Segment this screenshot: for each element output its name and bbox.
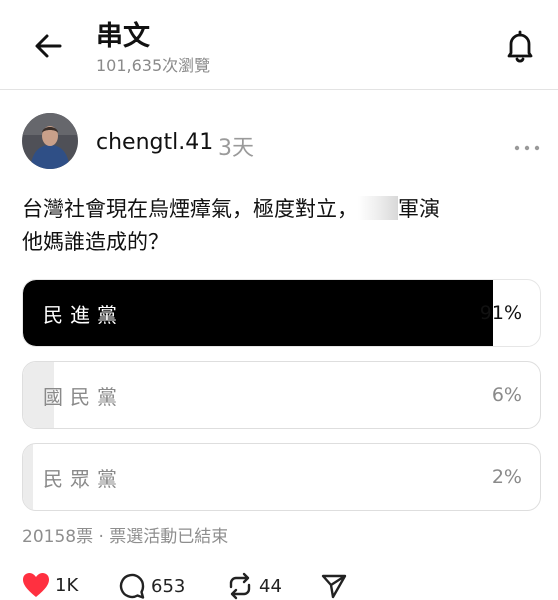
- view-count: 101,635次瀏覽: [96, 56, 211, 75]
- post-text-line2: 他媽誰造成的？: [22, 230, 169, 254]
- notifications-button[interactable]: [500, 26, 540, 66]
- like-button[interactable]: 1K: [22, 572, 78, 598]
- heart-icon: [23, 573, 49, 597]
- bell-icon: [507, 30, 533, 63]
- arrow-left-icon: [35, 34, 62, 58]
- page-title: 串文: [96, 21, 150, 52]
- poll-option-label: 國民黨: [43, 384, 124, 409]
- action-bar: 1K 653 44: [0, 570, 558, 600]
- post-timestamp: 3天: [218, 136, 254, 161]
- poll-option-percent: 91%: [479, 302, 522, 324]
- poll-summary: 20158票 · 票選活動已結束: [22, 527, 229, 547]
- post-body: 台灣社會現在烏煙瘴氣，極度對立， 軍演 他媽誰造成的？: [22, 193, 522, 259]
- comment-bubble-icon: [119, 573, 145, 599]
- back-button[interactable]: [30, 28, 66, 64]
- repost-count: 44: [259, 575, 282, 597]
- repost-button[interactable]: 44: [226, 572, 282, 600]
- more-options-button[interactable]: [514, 138, 540, 151]
- repost-icon: [229, 572, 251, 600]
- poll-option-1[interactable]: 民進黨 91%: [22, 279, 541, 347]
- post-text-line1: 台灣社會現在烏煙瘴氣，極度對立，: [22, 197, 358, 221]
- user-photo: [22, 113, 78, 169]
- poll-option-2[interactable]: 國民黨 6%: [22, 361, 541, 429]
- poll-bar-3: [23, 444, 34, 510]
- comment-count: 653: [151, 575, 186, 597]
- poll-option-label: 民眾黨: [43, 466, 124, 491]
- share-button[interactable]: [320, 572, 348, 600]
- poll-option-percent: 6%: [491, 384, 522, 406]
- poll-option-3[interactable]: 民眾黨 2%: [22, 443, 541, 511]
- post-username[interactable]: chengtl.41: [96, 130, 213, 155]
- redacted-text: [358, 196, 398, 220]
- comment-button[interactable]: 653: [118, 572, 185, 600]
- thread-header: 串文 101,635次瀏覽: [0, 0, 558, 90]
- post-text-line1-end: 軍演: [398, 197, 440, 221]
- avatar[interactable]: [22, 113, 78, 169]
- poll-option-percent: 2%: [491, 466, 522, 488]
- more-dots-icon: [514, 145, 540, 151]
- send-icon: [321, 574, 347, 599]
- poll-option-label: 民進黨: [43, 302, 124, 327]
- like-count: 1K: [55, 574, 79, 596]
